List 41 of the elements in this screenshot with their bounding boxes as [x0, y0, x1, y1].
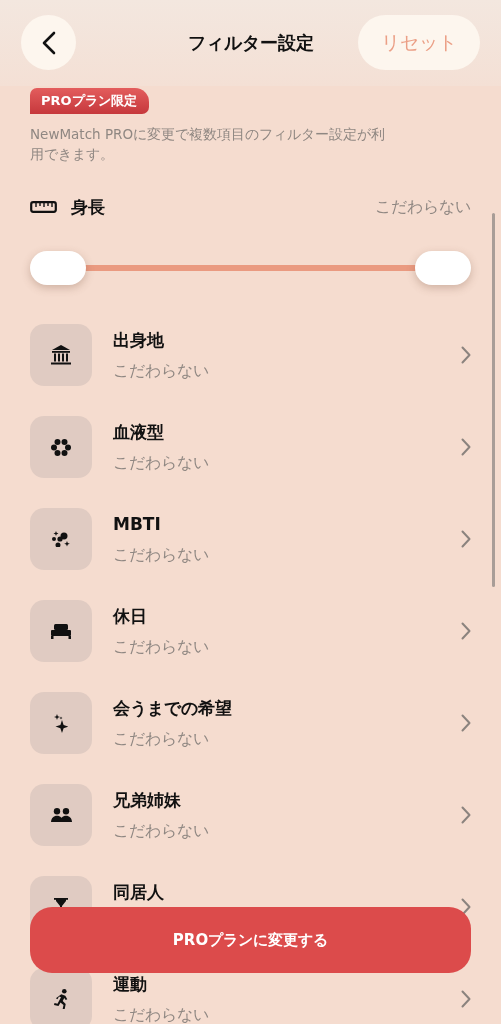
filter-value: こだわらない: [113, 360, 209, 382]
chevron-icon[interactable]: [461, 438, 471, 456]
filter-title[interactable]: 出身地: [113, 330, 164, 350]
sparkle-dots-icon: [52, 530, 70, 548]
upgrade-button[interactable]: PROプランに変更する: [30, 907, 471, 973]
bed-icon: [51, 623, 71, 639]
filter-title[interactable]: MBTI: [113, 514, 161, 534]
ruler-icon: [30, 201, 57, 213]
height-value: こだわらない: [375, 196, 471, 218]
chevron-icon[interactable]: [461, 346, 471, 364]
filter-title[interactable]: 兄弟姉妹: [113, 790, 181, 810]
slider-thumb[interactable]: [415, 251, 471, 285]
chevron-icon[interactable]: [461, 806, 471, 824]
chevron-icon[interactable]: [461, 990, 471, 1008]
slider-thumb[interactable]: [30, 251, 86, 285]
back-icon: [41, 30, 56, 55]
filter-value: こだわらない: [113, 544, 209, 566]
filter-title[interactable]: 同居人: [113, 882, 164, 902]
chevron-icon[interactable]: [461, 530, 471, 548]
chevron-icon[interactable]: [461, 622, 471, 640]
runner-icon: [54, 989, 68, 1009]
sparkles-icon: [53, 713, 69, 733]
chevron-icon[interactable]: [461, 714, 471, 732]
filter-title[interactable]: 会うまでの希望: [113, 698, 232, 718]
bank-icon: [51, 345, 71, 365]
description: NewMatch PROに変更で複数項目のフィルター設定が利用できます。: [30, 125, 387, 164]
filter-value: こだわらない: [113, 820, 209, 842]
filter-title[interactable]: 運動: [113, 974, 147, 994]
filter-title[interactable]: 休日: [113, 606, 147, 626]
height-label: 身長: [71, 195, 105, 219]
filter-value: こだわらない: [113, 636, 209, 658]
filter-value: こだわらない: [113, 452, 209, 474]
filter-value: こだわらない: [113, 1004, 209, 1024]
dots-icon: [51, 438, 71, 456]
page-title: フィルター設定: [187, 30, 314, 55]
filter-value: こだわらない: [113, 728, 209, 750]
chevron-icon[interactable]: [461, 898, 471, 916]
people-icon: [50, 807, 72, 823]
filter-title[interactable]: 血液型: [113, 422, 164, 442]
pro-badge: PROプラン限定: [30, 88, 149, 114]
height-slider[interactable]: [30, 251, 471, 285]
